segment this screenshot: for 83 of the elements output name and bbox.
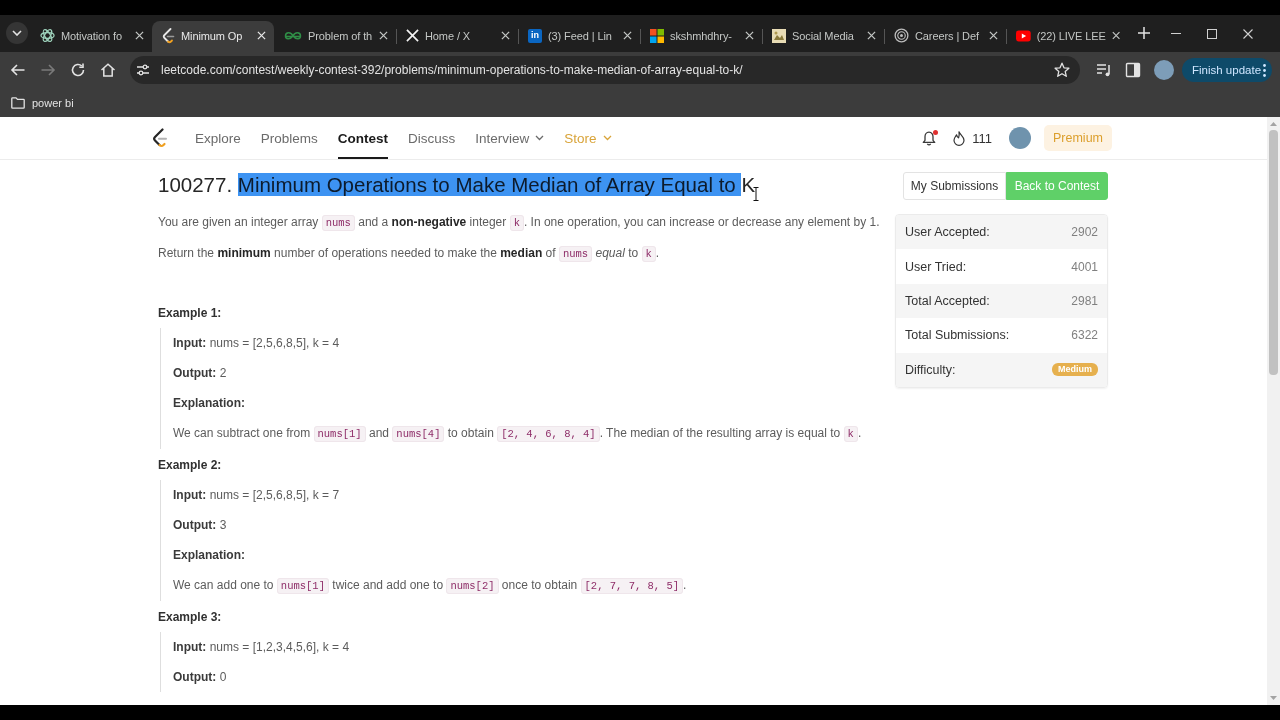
nav-link[interactable]: Interview (475, 117, 545, 159)
browser-tab[interactable]: Motivation fo (30, 21, 152, 52)
browser-tab[interactable]: Careers | Def (884, 21, 1006, 52)
sidebar-icon[interactable] (1125, 62, 1141, 78)
nav-link[interactable]: Discuss (408, 117, 456, 159)
example-line: Output: 0 (173, 669, 227, 686)
nav-link[interactable]: Problems (260, 117, 318, 159)
finish-update-button[interactable]: Finish update (1182, 58, 1272, 82)
site-logo-icon[interactable] (152, 128, 168, 148)
browser-tab[interactable]: Home / X (396, 21, 518, 52)
stat-label: User Accepted: (905, 225, 990, 240)
example-subheading: Explanation: (173, 547, 245, 564)
problem-description: Return the minimum number of operations needed to make the median of nums equal to k . (158, 245, 660, 264)
stat-value: 2902 (1071, 225, 1098, 240)
knot-icon (40, 28, 55, 43)
example-heading: Example 3: (158, 609, 222, 626)
stat-value: 4001 (1071, 259, 1098, 274)
browser-tab[interactable]: skshmhdhry- (640, 21, 762, 52)
bell-icon[interactable] (922, 130, 937, 146)
close-icon[interactable] (379, 31, 388, 40)
ring-icon (894, 28, 909, 43)
example-line: Input: nums = [2,5,6,8,5], k = 7 (173, 487, 340, 504)
text-cursor-icon (753, 187, 760, 201)
browser-tab[interactable]: (22) LIVE LEE (1006, 21, 1128, 52)
problem-title: 100277. Minimum Operations to Make Median of Array Equal to K (158, 172, 756, 198)
address-bar[interactable]: leetcode.com/contest/weekly-contest-392/problems/minimum-operations-to-make-median-of-array-equal-to-k/ (130, 56, 1080, 84)
example-heading: Example 1: (158, 305, 222, 322)
stat-value: 2981 (1071, 293, 1098, 308)
close-icon[interactable] (1243, 28, 1253, 39)
playlist-icon[interactable] (1096, 63, 1112, 77)
example-line: Output: 3 (173, 517, 227, 534)
picture-icon (772, 28, 786, 43)
problem-description: You are given an integer array nums and a non-negative integer k . In one operation, you can increase or decrease any element by 1. (158, 214, 880, 233)
submissions-button[interactable]: My Submissions (903, 172, 1006, 200)
double-loop-icon (284, 30, 302, 41)
close-icon[interactable] (135, 31, 144, 40)
example-subheading: Explanation: (173, 395, 245, 412)
home-icon[interactable] (100, 62, 116, 78)
tune-icon[interactable] (136, 63, 150, 77)
browser-tab[interactable]: Minimum Op (152, 21, 274, 52)
nav-link[interactable]: Explore (195, 117, 241, 159)
difficulty-badge: Medium (1052, 363, 1098, 377)
close-icon[interactable] (989, 31, 998, 40)
x-mark-icon (406, 29, 419, 42)
play-icon (1016, 29, 1031, 42)
chevron-down-icon (12, 30, 22, 36)
avatar[interactable] (1154, 60, 1174, 80)
stat-label: Total Accepted: (905, 293, 990, 308)
scrollbar-thumb[interactable] (1269, 130, 1278, 375)
maximize-icon[interactable] (1207, 28, 1217, 39)
avatar[interactable] (1009, 127, 1031, 149)
site-logo-icon (162, 27, 175, 44)
example-line: Input: nums = [1,2,3,4,5,6], k = 4 (173, 639, 350, 656)
example-explanation: We can add one to nums[1] twice and add one to nums[2] once to obtain [2, 7, 7, 8, 5] . (173, 577, 687, 596)
star-icon[interactable] (1054, 62, 1070, 78)
browser-tab[interactable]: Problem of th (274, 21, 396, 52)
plus-icon[interactable] (1138, 27, 1150, 39)
browser-tab[interactable]: in (3) Feed | Lin (518, 21, 640, 52)
close-icon[interactable] (745, 31, 754, 40)
stat-label: Total Submissions: (905, 328, 1010, 343)
bookmark-link[interactable]: power bi (32, 96, 74, 109)
four-squares-icon (650, 28, 664, 43)
close-icon[interactable] (1111, 31, 1120, 40)
close-icon[interactable] (623, 31, 632, 40)
kebab-menu-icon[interactable] (1263, 63, 1266, 77)
stat-label: User Tried: (905, 259, 967, 274)
close-icon[interactable] (867, 31, 876, 40)
example-heading: Example 2: (158, 457, 222, 474)
logo-badge: in (528, 28, 542, 43)
example-line: Input: nums = [2,5,6,8,5], k = 4 (173, 335, 340, 352)
close-icon[interactable] (501, 31, 510, 40)
folder-icon[interactable] (11, 96, 25, 109)
tab-list-button[interactable] (6, 22, 28, 44)
url-text: leetcode.com/contest/weekly-contest-392/problems/minimum-operations-to-make-median-of-array-equal-to-k/ (161, 63, 743, 77)
stat-value: 6322 (1071, 328, 1098, 343)
example-explanation: We can subtract one from nums[1] and nums[4] to obtain [2, 4, 6, 8, 4] . The median of the resulting array is equal to k . (173, 425, 862, 444)
example-line: Output: 2 (173, 365, 227, 382)
stat-label: Difficulty: (905, 362, 956, 377)
streak-count: 111 (972, 130, 992, 146)
browser-tab[interactable]: Social Media (762, 21, 884, 52)
reload-icon[interactable] (70, 62, 86, 78)
back-arrow-icon[interactable] (10, 62, 26, 78)
flame-icon[interactable] (953, 130, 966, 146)
